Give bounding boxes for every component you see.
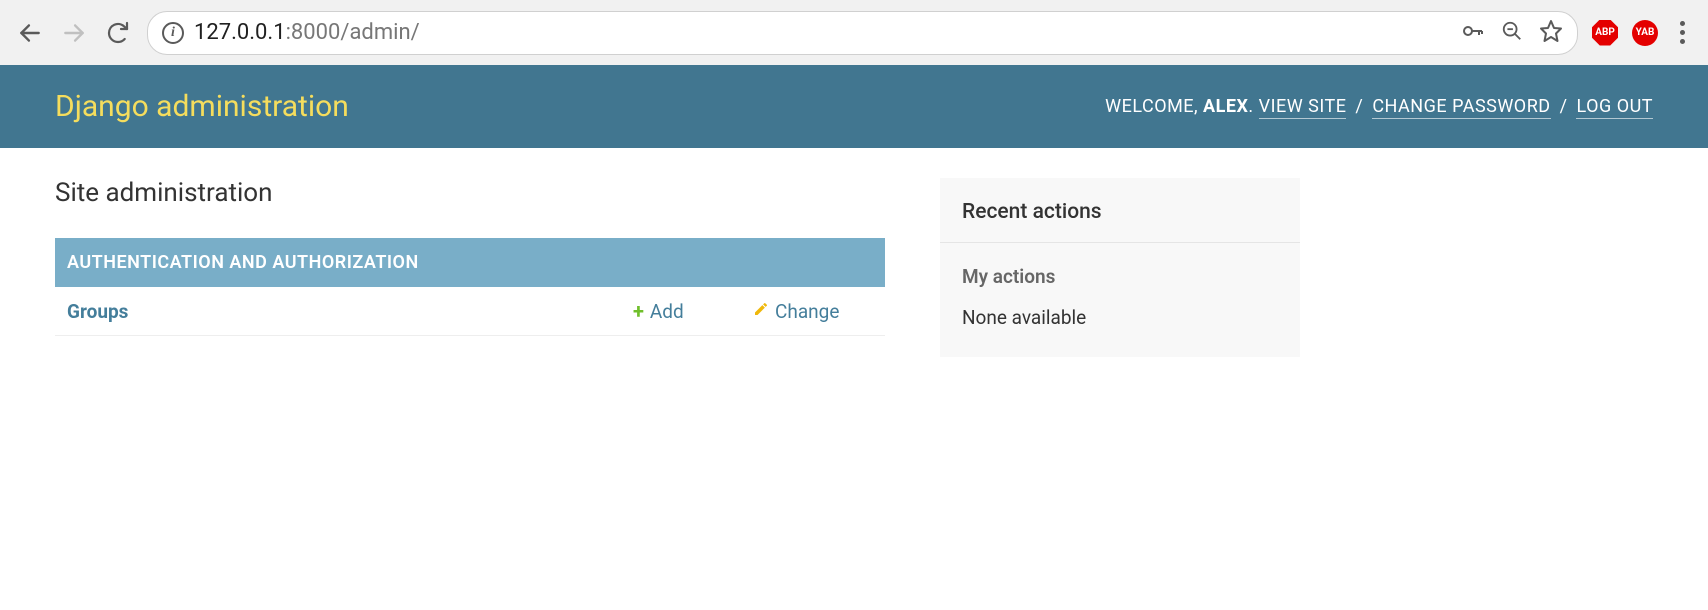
site-title[interactable]: Django administration: [55, 89, 349, 124]
sidebar: Recent actions My actions None available: [940, 178, 1300, 357]
my-actions-title: My actions: [940, 243, 1300, 298]
change-label: Change: [775, 300, 839, 323]
logout-link[interactable]: LOG OUT: [1576, 96, 1653, 119]
user-tools: WELCOME, ALEX. VIEW SITE / CHANGE PASSWO…: [1105, 96, 1653, 117]
add-label: Add: [650, 300, 684, 323]
change-password-link[interactable]: CHANGE PASSWORD: [1372, 96, 1550, 119]
view-site-link[interactable]: VIEW SITE: [1259, 96, 1347, 119]
model-row: Groups + Add Change: [55, 287, 885, 336]
change-link[interactable]: Change: [753, 300, 873, 323]
site-info-icon[interactable]: i: [162, 22, 184, 44]
model-name-link[interactable]: Groups: [67, 300, 633, 323]
url-host: 127.0.0.1: [194, 20, 286, 45]
recent-actions-module: Recent actions My actions None available: [940, 178, 1300, 357]
url-path: /admin/: [340, 20, 419, 45]
module-caption-link[interactable]: AUTHENTICATION AND AUTHORIZATION: [67, 252, 419, 273]
forward-button[interactable]: [59, 18, 89, 48]
username: ALEX: [1203, 96, 1248, 117]
back-button[interactable]: [15, 18, 45, 48]
star-icon[interactable]: [1539, 19, 1563, 47]
browser-menu-button[interactable]: [1672, 21, 1693, 44]
address-bar[interactable]: i 127.0.0.1:8000/admin/: [147, 11, 1578, 55]
pencil-icon: [753, 301, 769, 321]
content-area: Site administration AUTHENTICATION AND A…: [0, 148, 1708, 387]
plus-icon: +: [633, 299, 644, 323]
recent-actions-title: Recent actions: [940, 178, 1300, 242]
welcome-prefix: WELCOME,: [1105, 96, 1203, 117]
zoom-out-icon[interactable]: [1501, 20, 1523, 46]
url-text: 127.0.0.1:8000/admin/: [194, 20, 420, 45]
add-link[interactable]: + Add: [633, 299, 753, 323]
page-title: Site administration: [55, 178, 885, 208]
address-bar-actions: [1461, 19, 1563, 47]
reload-button[interactable]: [103, 18, 133, 48]
app-module: AUTHENTICATION AND AUTHORIZATION Groups …: [55, 238, 885, 336]
extension-abp-icon[interactable]: ABP: [1592, 20, 1618, 46]
django-header: Django administration WELCOME, ALEX. VIE…: [0, 65, 1708, 148]
url-port: :8000: [286, 20, 341, 45]
module-caption: AUTHENTICATION AND AUTHORIZATION: [55, 238, 885, 287]
extension-yab-icon[interactable]: YAB: [1632, 20, 1658, 46]
none-available-text: None available: [940, 298, 1300, 357]
key-icon[interactable]: [1461, 19, 1485, 47]
browser-chrome: i 127.0.0.1:8000/admin/ ABP YAB: [0, 0, 1708, 65]
welcome-suffix: .: [1248, 96, 1258, 117]
main-column: Site administration AUTHENTICATION AND A…: [55, 178, 885, 357]
separator: /: [1350, 96, 1368, 117]
separator: /: [1555, 96, 1573, 117]
